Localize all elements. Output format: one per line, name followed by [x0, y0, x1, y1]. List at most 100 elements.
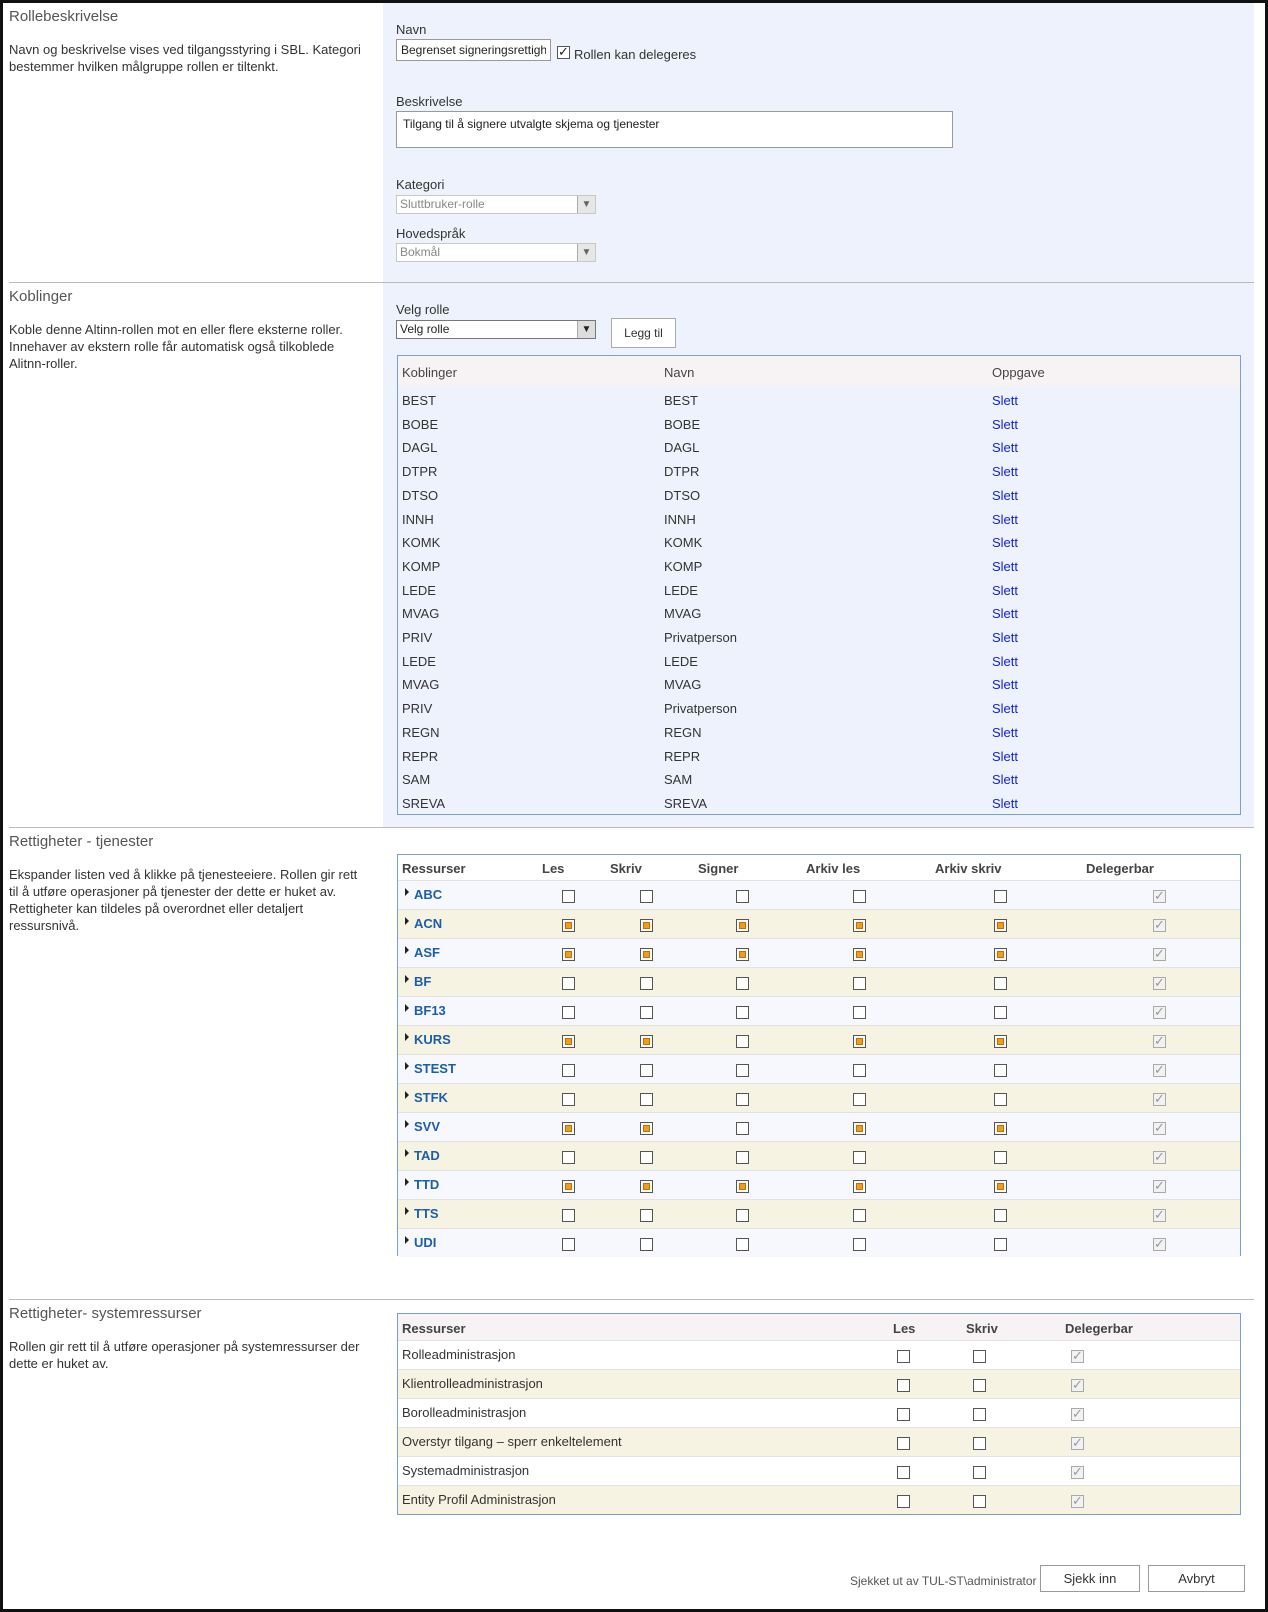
expand-triangle-icon[interactable] [405, 1062, 409, 1070]
slett-link[interactable]: Slett [992, 535, 1018, 550]
permission-checkbox[interactable] [640, 1209, 653, 1222]
service-owner-link[interactable]: SVV [414, 1119, 440, 1134]
permission-checkbox[interactable] [562, 948, 575, 961]
permission-checkbox[interactable] [994, 1209, 1007, 1222]
les-checkbox[interactable] [897, 1379, 910, 1392]
expand-triangle-icon[interactable] [405, 917, 409, 925]
skriv-checkbox[interactable] [973, 1408, 986, 1421]
avbryt-button[interactable]: Avbryt [1148, 1565, 1245, 1592]
permission-checkbox[interactable] [640, 1006, 653, 1019]
expand-triangle-icon[interactable] [405, 1004, 409, 1012]
permission-checkbox[interactable] [640, 1093, 653, 1106]
permission-checkbox[interactable] [640, 919, 653, 932]
permission-checkbox[interactable] [736, 1064, 749, 1077]
service-owner-link[interactable]: TAD [414, 1148, 440, 1163]
service-owner-link[interactable]: ASF [414, 945, 440, 960]
les-checkbox[interactable] [897, 1495, 910, 1508]
slett-link[interactable]: Slett [992, 654, 1018, 669]
permission-checkbox[interactable] [853, 1180, 866, 1193]
slett-link[interactable]: Slett [992, 772, 1018, 787]
service-owner-link[interactable]: STFK [414, 1090, 448, 1105]
permission-checkbox[interactable] [562, 919, 575, 932]
permission-checkbox[interactable] [994, 1180, 1007, 1193]
slett-link[interactable]: Slett [992, 393, 1018, 408]
scrollbar[interactable] [1254, 3, 1265, 1609]
permission-checkbox[interactable] [736, 919, 749, 932]
delegeres-checkbox[interactable] [557, 44, 570, 60]
permission-checkbox[interactable] [736, 1238, 749, 1251]
permission-checkbox[interactable] [640, 1035, 653, 1048]
expand-triangle-icon[interactable] [405, 975, 409, 983]
permission-checkbox[interactable] [640, 1122, 653, 1135]
skriv-checkbox[interactable] [973, 1350, 986, 1363]
permission-checkbox[interactable] [640, 1064, 653, 1077]
permission-checkbox[interactable] [994, 1035, 1007, 1048]
permission-checkbox[interactable] [562, 1064, 575, 1077]
permission-checkbox[interactable] [736, 1151, 749, 1164]
expand-triangle-icon[interactable] [405, 1236, 409, 1244]
service-owner-link[interactable]: STEST [414, 1061, 456, 1076]
permission-checkbox[interactable] [994, 919, 1007, 932]
service-owner-link[interactable]: BF [414, 974, 431, 989]
expand-triangle-icon[interactable] [405, 1207, 409, 1215]
permission-checkbox[interactable] [853, 977, 866, 990]
permission-checkbox[interactable] [562, 1122, 575, 1135]
permission-checkbox[interactable] [853, 1209, 866, 1222]
permission-checkbox[interactable] [640, 948, 653, 961]
permission-checkbox[interactable] [562, 1238, 575, 1251]
permission-checkbox[interactable] [736, 1209, 749, 1222]
permission-checkbox[interactable] [853, 1035, 866, 1048]
hovedsprak-select[interactable]: Bokmål ▼ [396, 243, 596, 262]
service-owner-link[interactable]: ABC [414, 887, 442, 902]
permission-checkbox[interactable] [994, 1238, 1007, 1251]
expand-triangle-icon[interactable] [405, 946, 409, 954]
service-owner-link[interactable]: ACN [414, 916, 442, 931]
permission-checkbox[interactable] [736, 948, 749, 961]
slett-link[interactable]: Slett [992, 512, 1018, 527]
permission-checkbox[interactable] [853, 948, 866, 961]
permission-checkbox[interactable] [853, 1006, 866, 1019]
skriv-checkbox[interactable] [973, 1437, 986, 1450]
expand-triangle-icon[interactable] [405, 1091, 409, 1099]
slett-link[interactable]: Slett [992, 701, 1018, 716]
expand-triangle-icon[interactable] [405, 1120, 409, 1128]
permission-checkbox[interactable] [736, 1180, 749, 1193]
slett-link[interactable]: Slett [992, 417, 1018, 432]
permission-checkbox[interactable] [994, 1122, 1007, 1135]
skriv-checkbox[interactable] [973, 1495, 986, 1508]
skriv-checkbox[interactable] [973, 1379, 986, 1392]
service-owner-link[interactable]: TTS [414, 1206, 439, 1221]
permission-checkbox[interactable] [562, 1093, 575, 1106]
beskrivelse-textarea[interactable]: Tilgang til å signere utvalgte skjema og… [396, 111, 953, 148]
slett-link[interactable]: Slett [992, 606, 1018, 621]
navn-input[interactable] [396, 39, 551, 61]
permission-checkbox[interactable] [853, 1151, 866, 1164]
permission-checkbox[interactable] [994, 1064, 1007, 1077]
slett-link[interactable]: Slett [992, 630, 1018, 645]
permission-checkbox[interactable] [994, 890, 1007, 903]
slett-link[interactable]: Slett [992, 796, 1018, 811]
slett-link[interactable]: Slett [992, 677, 1018, 692]
permission-checkbox[interactable] [736, 1035, 749, 1048]
slett-link[interactable]: Slett [992, 464, 1018, 479]
slett-link[interactable]: Slett [992, 725, 1018, 740]
expand-triangle-icon[interactable] [405, 1033, 409, 1041]
les-checkbox[interactable] [897, 1466, 910, 1479]
permission-checkbox[interactable] [736, 1122, 749, 1135]
legg-til-button[interactable]: Legg til [611, 318, 676, 348]
expand-triangle-icon[interactable] [405, 888, 409, 896]
slett-link[interactable]: Slett [992, 488, 1018, 503]
les-checkbox[interactable] [897, 1408, 910, 1421]
permission-checkbox[interactable] [640, 890, 653, 903]
slett-link[interactable]: Slett [992, 749, 1018, 764]
slett-link[interactable]: Slett [992, 583, 1018, 598]
permission-checkbox[interactable] [640, 977, 653, 990]
permission-checkbox[interactable] [736, 890, 749, 903]
permission-checkbox[interactable] [736, 1006, 749, 1019]
permission-checkbox[interactable] [562, 1006, 575, 1019]
permission-checkbox[interactable] [562, 977, 575, 990]
permission-checkbox[interactable] [562, 1180, 575, 1193]
permission-checkbox[interactable] [562, 1151, 575, 1164]
permission-checkbox[interactable] [853, 890, 866, 903]
les-checkbox[interactable] [897, 1437, 910, 1450]
